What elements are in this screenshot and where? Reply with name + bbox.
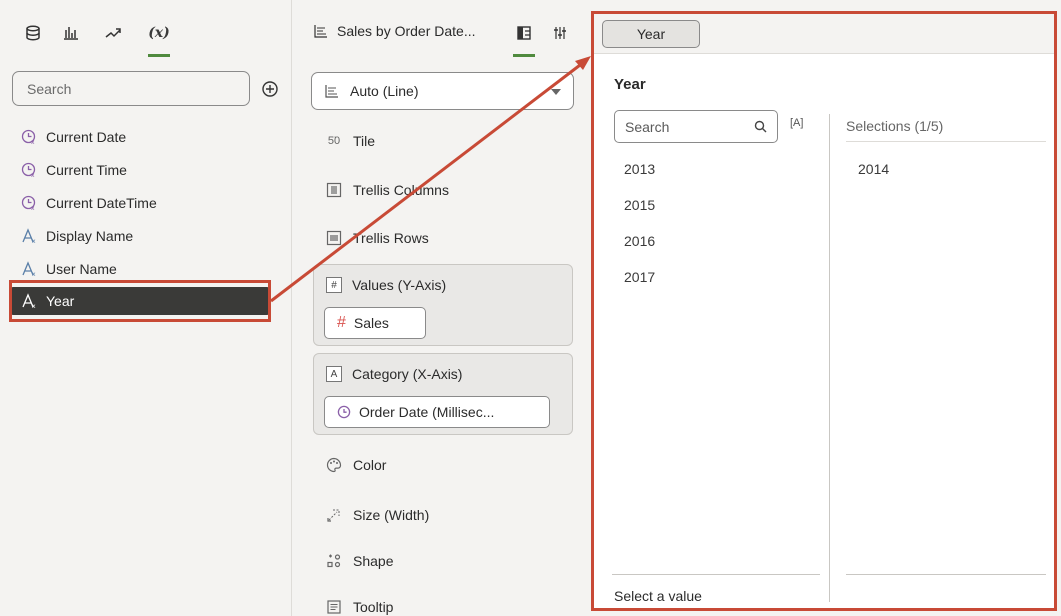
grammar-trellis-columns[interactable]: Trellis Columns: [325, 181, 449, 199]
calc-item-label: Current Date: [46, 128, 127, 145]
data-panel-tabs: (x): [0, 0, 292, 58]
shape-label: Shape: [353, 553, 394, 569]
svg-text:x: x: [31, 205, 35, 211]
filter-tab-label: Year: [636, 26, 666, 42]
grammar-tile[interactable]: 5̈0 Tile: [325, 132, 375, 150]
calc-item-display-name[interactable]: x Display Name: [10, 219, 270, 252]
calc-item-label: Current DateTime: [46, 194, 157, 211]
filter-panel: Year Year Search [A] 2013 2015 2016 2017…: [591, 11, 1057, 611]
filter-search-input[interactable]: Search: [614, 110, 778, 143]
data-panel: (x) Search x Current Date x Current Time…: [0, 0, 292, 616]
calc-item-current-date[interactable]: x Current Date: [10, 120, 270, 153]
chevron-down-icon: [551, 89, 561, 95]
filter-footer-hint: Select a value: [614, 588, 702, 604]
grammar-panel: Sales by Order Date... Auto (Line) 5̈0 T…: [293, 0, 589, 616]
trend-arrow-icon[interactable]: [98, 18, 128, 48]
filter-search-placeholder: Search: [625, 118, 670, 135]
grammar-size[interactable]: Size (Width): [325, 506, 429, 524]
footer-divider-right: [846, 574, 1046, 575]
clock-icon: [337, 405, 351, 419]
values-label-text: Values (Y-Axis): [352, 277, 447, 293]
palette-icon: [325, 456, 343, 474]
grammar-tooltip[interactable]: Tooltip: [325, 598, 393, 616]
trellis-rows-label: Trellis Rows: [353, 230, 429, 246]
calculation-icon[interactable]: (x): [144, 18, 174, 57]
values-drop-target[interactable]: # Values (Y-Axis) # Sales: [313, 264, 573, 346]
svg-text:x: x: [31, 172, 35, 178]
database-icon[interactable]: [18, 18, 48, 48]
tooltip-icon: [325, 598, 343, 616]
calc-item-label: Display Name: [46, 227, 134, 244]
category-label: A Category (X-Axis): [326, 366, 462, 382]
grammar-panel-header: Sales by Order Date...: [293, 0, 589, 58]
viz-title-text: Sales by Order Date...: [337, 23, 476, 39]
svg-text:x: x: [32, 271, 36, 277]
grammar-trellis-rows[interactable]: Trellis Rows: [325, 229, 429, 247]
values-label: # Values (Y-Axis): [326, 277, 446, 293]
measure-pill-label: Sales: [353, 315, 389, 331]
filter-value-item[interactable]: 2016: [624, 223, 655, 259]
highlight-frame: [9, 280, 271, 322]
filter-title: Year: [614, 76, 646, 93]
trellis-columns-label: Trellis Columns: [353, 182, 449, 198]
properties-sliders-icon[interactable]: [549, 22, 571, 44]
columns-icon: [325, 181, 343, 199]
clock-function-icon: x: [20, 194, 38, 212]
search-placeholder: Search: [27, 80, 72, 97]
line-chart-icon: [325, 85, 338, 98]
category-drop-target[interactable]: A Category (X-Axis) Order Date (Millisec…: [313, 353, 573, 435]
attribute-pill-order-date[interactable]: Order Date (Millisec...: [324, 396, 550, 428]
number-icon: #: [337, 314, 346, 331]
color-label: Color: [353, 457, 387, 473]
size-label: Size (Width): [353, 507, 430, 523]
toggle-text-search-icon[interactable]: [A]: [790, 117, 803, 129]
calc-item-current-datetime[interactable]: x Current DateTime: [10, 186, 270, 219]
selected-value-item[interactable]: 2014: [858, 151, 889, 187]
filter-values-list: 2013 2015 2016 2017: [624, 151, 655, 295]
viz-title[interactable]: Sales by Order Date...: [313, 23, 476, 39]
calc-item-label: Current Time: [46, 161, 127, 178]
tooltip-label: Tooltip: [353, 599, 394, 615]
filter-value-item[interactable]: 2015: [624, 187, 655, 223]
selections-divider: [846, 141, 1046, 142]
selections-header: Selections (1/5): [846, 118, 944, 134]
viz-type-value: Auto (Line): [350, 83, 419, 99]
rows-icon: [325, 229, 343, 247]
svg-text:x: x: [32, 238, 36, 244]
footer-divider-left: [612, 574, 820, 575]
filter-value-item[interactable]: 2017: [624, 259, 655, 295]
grammar-shape[interactable]: Shape: [325, 552, 393, 570]
tile-icon: 5̈0: [327, 135, 341, 147]
text-function-icon: x: [20, 227, 38, 245]
line-chart-icon: [314, 25, 327, 38]
viz-type-select[interactable]: Auto (Line): [311, 72, 574, 110]
filter-bar: Year: [594, 14, 1054, 54]
bar-chart-icon[interactable]: [56, 18, 86, 48]
attribute-pill-label: Order Date (Millisec...: [359, 404, 495, 420]
clock-function-icon: x: [20, 128, 38, 146]
calculation-tab-label: (x): [148, 25, 170, 41]
plus-circle-icon: [262, 81, 278, 97]
measure-pill-sales[interactable]: # Sales: [324, 307, 426, 339]
calc-item-current-time[interactable]: x Current Time: [10, 153, 270, 186]
filter-value-item[interactable]: 2013: [624, 151, 655, 187]
shapes-icon: [325, 552, 343, 570]
hash-icon: #: [326, 277, 342, 293]
grammar-tab-icon[interactable]: [513, 22, 535, 57]
filter-tab-year[interactable]: Year: [602, 20, 700, 48]
grammar-color[interactable]: Color: [325, 456, 386, 474]
add-calculation-button[interactable]: [260, 79, 280, 99]
clock-function-icon: x: [20, 161, 38, 179]
text-attribute-icon: A: [326, 366, 342, 382]
text-function-icon: x: [20, 260, 38, 278]
category-label-text: Category (X-Axis): [352, 366, 463, 382]
column-divider: [829, 114, 830, 602]
resize-icon: [325, 506, 343, 524]
tile-label: Tile: [353, 133, 376, 149]
calc-item-label: User Name: [46, 260, 117, 277]
svg-text:x: x: [31, 139, 35, 145]
search-icon: [754, 120, 767, 133]
search-input[interactable]: Search: [12, 71, 250, 106]
